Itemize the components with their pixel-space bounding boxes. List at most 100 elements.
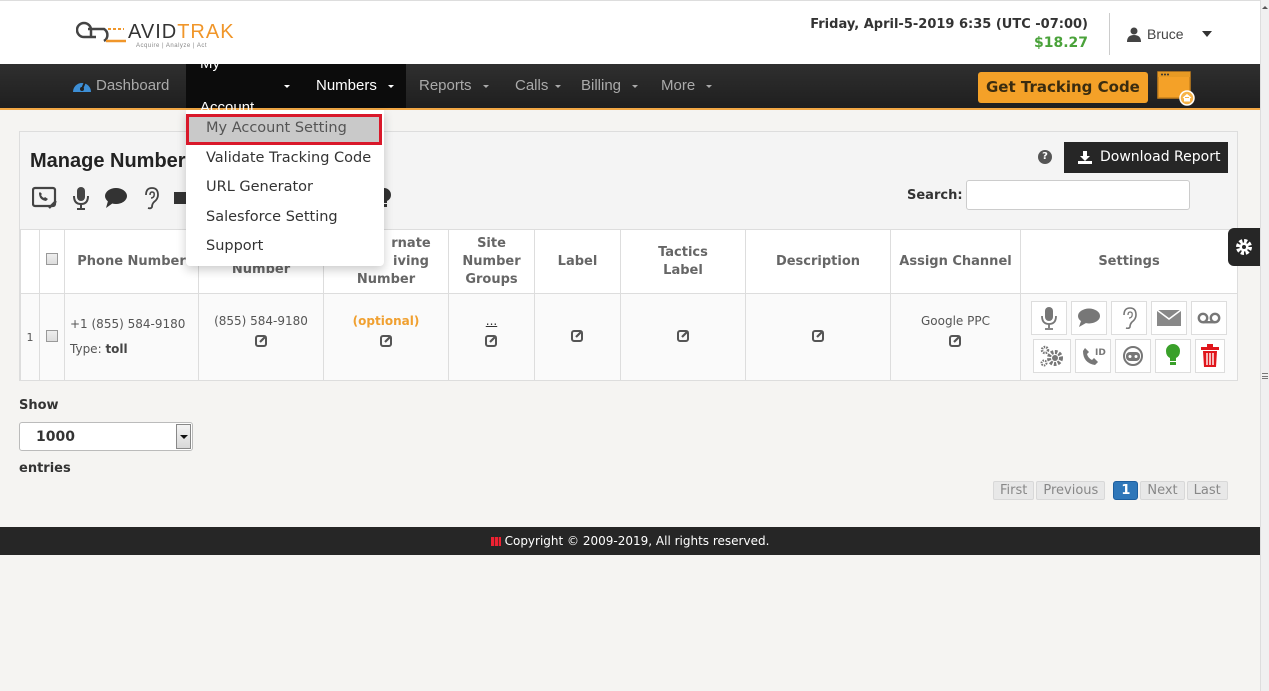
select-all-checkbox[interactable] (46, 252, 58, 265)
sms-setting-button[interactable] (1071, 301, 1107, 335)
channel-name: Google PPC (921, 314, 990, 328)
call-edit-icon[interactable] (32, 186, 58, 210)
menu-item-validate-tracking-code[interactable]: Validate Tracking Code (206, 150, 371, 166)
edit-icon[interactable] (485, 334, 498, 350)
chevron-down-icon (1201, 31, 1212, 37)
datetime-block: Friday, April-5-2019 6:35 (UTC -07:00) $… (810, 16, 1088, 52)
microphone-icon[interactable] (72, 186, 90, 210)
gear-icon (1236, 239, 1252, 255)
nav-label: Reports (419, 77, 472, 94)
caret-down-icon (284, 84, 290, 88)
settings-cell: ID (1020, 293, 1238, 381)
column-label[interactable]: Label (534, 229, 621, 294)
edit-icon[interactable] (571, 329, 584, 345)
copyright-text: Copyright © 2009-2019, All rights reserv… (504, 534, 770, 548)
edit-icon[interactable] (379, 334, 393, 350)
vertical-scrollbar[interactable] (1260, 0, 1269, 691)
download-report-button[interactable]: Download Report (1064, 142, 1228, 173)
column-phone-number[interactable]: Phone Number (64, 229, 199, 294)
type-value: toll (105, 342, 128, 356)
agent-setting-button[interactable] (1115, 339, 1151, 373)
user-menu[interactable]: Bruce (1127, 26, 1212, 42)
nav-numbers[interactable]: Numbers (302, 64, 406, 108)
whisper-setting-button[interactable] (1111, 301, 1147, 335)
current-datetime: Friday, April-5-2019 6:35 (UTC -07:00) (810, 17, 1088, 32)
type-label: Type: (70, 342, 102, 356)
voicemail-setting-button[interactable] (1191, 301, 1227, 335)
page-1-button[interactable]: 1 (1113, 481, 1139, 500)
caret-down-icon (555, 84, 562, 88)
caller-id-button[interactable]: ID (1075, 339, 1111, 373)
page-title: Manage Numbers (30, 150, 197, 172)
email-setting-button[interactable] (1151, 301, 1187, 335)
recording-setting-button[interactable] (1031, 301, 1067, 335)
site-groups-cell: ... (448, 293, 535, 381)
edit-icon[interactable] (949, 334, 962, 350)
entries-per-page-select[interactable]: 1000 (19, 422, 193, 451)
column-description[interactable]: Description (745, 229, 891, 294)
edit-icon[interactable] (811, 329, 825, 345)
menu-item-my-account-setting[interactable]: My Account Setting (186, 114, 382, 145)
forwarding-number-cell: (855) 584-9180 (198, 293, 324, 381)
table-row: 1 +1 (855) 584-9180 Type: toll (855) 584… (20, 293, 1238, 381)
ear-icon[interactable] (142, 186, 160, 210)
number-type: Type: toll (70, 337, 198, 362)
delete-number-button[interactable] (1195, 339, 1225, 373)
envelope-icon (1157, 310, 1181, 326)
nav-label: Dashboard (96, 77, 170, 94)
nav-calls[interactable]: Calls (501, 64, 575, 108)
first-page-button[interactable]: First (993, 481, 1035, 500)
lightbulb-icon (1166, 344, 1180, 365)
column-site-number-groups[interactable]: Site Number Groups (448, 229, 535, 294)
scroll-thumb-grip[interactable] (1262, 373, 1268, 379)
trash-icon (1201, 344, 1219, 367)
gears-icon (1040, 345, 1063, 367)
select-arrow-icon[interactable] (176, 424, 191, 449)
nav-dashboard[interactable]: Dashboard (58, 64, 183, 108)
edit-icon[interactable] (676, 329, 690, 345)
nav-more[interactable]: More (647, 64, 726, 108)
search-input[interactable] (966, 180, 1190, 210)
get-tracking-code-button[interactable]: Get Tracking Code (978, 72, 1148, 103)
assign-channel-cell: Google PPC (890, 293, 1021, 381)
nav-label: Calls (515, 77, 549, 94)
headset-icon (1123, 346, 1143, 366)
next-page-button[interactable]: Next (1140, 481, 1185, 500)
download-icon (1078, 151, 1092, 164)
activate-toggle-button[interactable] (1155, 339, 1191, 373)
entries-label: entries (19, 461, 71, 476)
logo-mark-icon (76, 21, 126, 43)
grid-logo-icon (490, 537, 501, 546)
alternate-number-placeholder[interactable]: (optional) (324, 314, 448, 328)
previous-page-button[interactable]: Previous (1036, 481, 1106, 500)
site-groups-link[interactable]: ... (449, 314, 534, 328)
nav-label: Billing (581, 77, 622, 94)
edit-icon[interactable] (254, 334, 268, 350)
help-icon[interactable]: ? (1038, 150, 1052, 164)
menu-item-support[interactable]: Support (206, 238, 263, 254)
svg-text:ID: ID (1095, 348, 1106, 358)
menu-item-salesforce-setting[interactable]: Salesforce Setting (206, 209, 338, 225)
nav-reports[interactable]: Reports (405, 64, 503, 108)
nav-my-account[interactable]: My Account (186, 55, 304, 116)
advanced-settings-button[interactable] (1033, 339, 1071, 373)
user-icon (1127, 27, 1141, 42)
menu-item-url-generator[interactable]: URL Generator (206, 179, 313, 195)
column-index (20, 229, 40, 294)
header-line: Number (462, 253, 521, 269)
scroll-up-icon[interactable] (1262, 6, 1268, 9)
settings-panel-toggle[interactable] (1228, 228, 1260, 266)
row-checkbox[interactable] (46, 329, 58, 342)
header-line: Number (356, 271, 416, 287)
column-assign-channel[interactable]: Assign Channel (890, 229, 1021, 294)
dashboard-gauge-icon (73, 81, 91, 92)
phone-number-cell: +1 (855) 584-9180 Type: toll (64, 293, 199, 381)
top-header: AVIDTRAK Acquire | Analyze | Act Friday,… (0, 0, 1260, 64)
last-page-button[interactable]: Last (1186, 481, 1228, 500)
website-home-icon[interactable] (1156, 70, 1196, 106)
column-tactics-label[interactable]: Tactics Label (620, 229, 746, 294)
chat-icon[interactable] (104, 187, 128, 209)
nav-label: More (661, 77, 696, 94)
alternate-number-cell: (optional) (323, 293, 449, 381)
nav-billing[interactable]: Billing (567, 64, 652, 108)
